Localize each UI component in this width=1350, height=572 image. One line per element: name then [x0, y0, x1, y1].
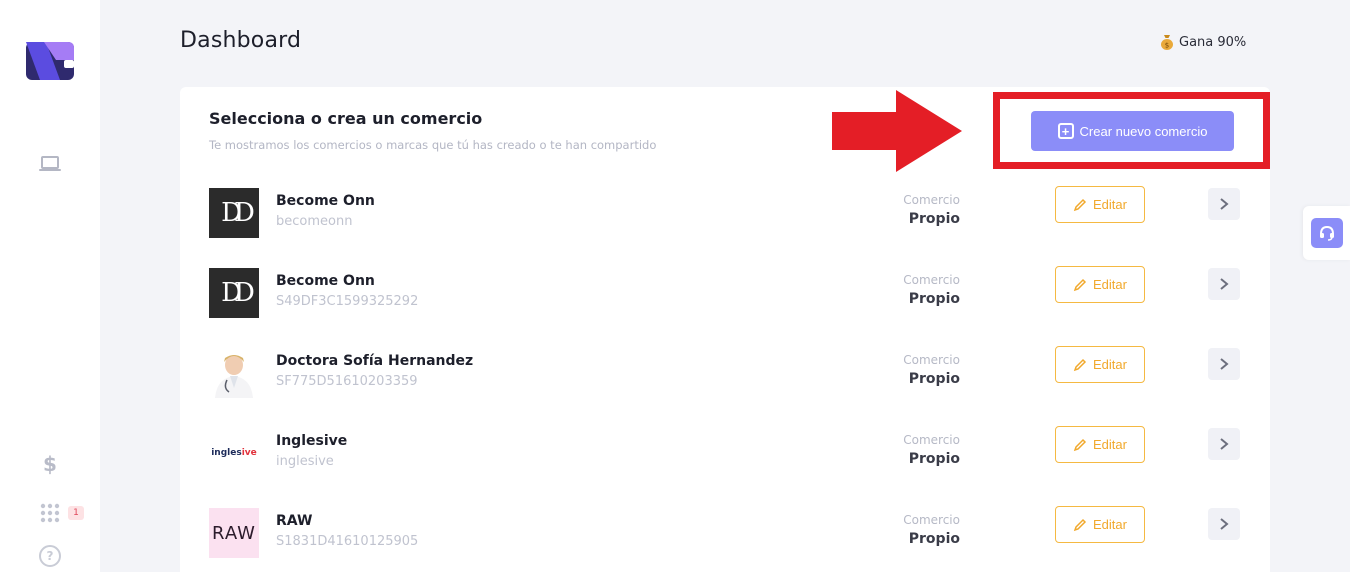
- doctor-avatar: [209, 348, 259, 398]
- notification-badge: 1: [68, 506, 84, 520]
- list-item[interactable]: DD Become Onn S49DF3C1599325292 Comercio…: [180, 259, 1270, 339]
- open-business-button[interactable]: [1208, 428, 1240, 460]
- edit-button[interactable]: Editar: [1055, 346, 1145, 383]
- business-name: Become Onn: [276, 273, 375, 289]
- type-label: Comercio: [903, 513, 960, 527]
- headset-icon: [1310, 218, 1343, 248]
- list-item[interactable]: Doctora Sofía Hernandez SF775D5161020335…: [180, 339, 1270, 419]
- pencil-icon: [1073, 518, 1087, 531]
- business-name: Doctora Sofía Hernandez: [276, 353, 474, 369]
- type-label: Comercio: [903, 433, 960, 447]
- type-label: Comercio: [903, 273, 960, 287]
- edit-label: Editar: [1093, 517, 1127, 532]
- pencil-icon: [1073, 278, 1087, 291]
- type-value: Propio: [908, 531, 960, 547]
- business-logo: DD: [209, 188, 259, 238]
- open-business-button[interactable]: [1208, 348, 1240, 380]
- plus-icon: +: [1057, 123, 1074, 139]
- type-label: Comercio: [903, 353, 960, 367]
- edit-label: Editar: [1093, 197, 1127, 212]
- business-id: SF775D51610203359: [276, 374, 418, 389]
- logo-text-accent: ive: [241, 448, 257, 458]
- edit-button[interactable]: Editar: [1055, 266, 1145, 303]
- pencil-icon: [1073, 358, 1087, 371]
- business-logo: [209, 348, 259, 398]
- card-subtitle: Te mostramos los comercios o marcas que …: [209, 138, 657, 152]
- chevron-right-icon: [1220, 278, 1229, 290]
- type-label: Comercio: [903, 193, 960, 207]
- business-id: inglesive: [276, 454, 334, 469]
- business-name: Become Onn: [276, 193, 375, 209]
- annotation-arrow: [832, 90, 962, 172]
- edit-label: Editar: [1093, 437, 1127, 452]
- chevron-right-icon: [1220, 358, 1229, 370]
- list-item[interactable]: ingles ive Inglesive inglesive Comercio P…: [180, 419, 1270, 499]
- money-bag-icon: $: [1161, 35, 1173, 50]
- business-logo: ingles ive: [209, 428, 259, 478]
- laptop-icon[interactable]: [36, 150, 64, 178]
- open-business-button[interactable]: [1208, 508, 1240, 540]
- list-item[interactable]: DD Become Onn becomeonn Comercio Propio …: [180, 179, 1270, 259]
- type-value: Propio: [908, 211, 960, 227]
- promo-label: Gana 90%: [1179, 34, 1247, 50]
- edit-label: Editar: [1093, 357, 1127, 372]
- page-title: Dashboard: [180, 28, 302, 53]
- chevron-right-icon: [1220, 438, 1229, 450]
- pencil-icon: [1073, 438, 1087, 451]
- app-logo[interactable]: [26, 42, 74, 80]
- support-widget[interactable]: [1303, 206, 1350, 260]
- type-value: Propio: [908, 451, 960, 467]
- type-value: Propio: [908, 371, 960, 387]
- dollar-icon[interactable]: $: [36, 450, 64, 478]
- business-id: becomeonn: [276, 214, 353, 229]
- svg-text:$: $: [1165, 42, 1169, 50]
- type-value: Propio: [908, 291, 960, 307]
- pencil-icon: [1073, 198, 1087, 211]
- edit-label: Editar: [1093, 277, 1127, 292]
- logo-text: ingles: [211, 448, 242, 458]
- edit-button[interactable]: Editar: [1055, 186, 1145, 223]
- business-id: S1831D41610125905: [276, 534, 419, 549]
- card-title: Selecciona o crea un comercio: [209, 109, 483, 128]
- business-id: S49DF3C1599325292: [276, 294, 419, 309]
- apps-grid-icon[interactable]: [36, 499, 64, 527]
- business-name: Inglesive: [276, 433, 348, 449]
- business-name: RAW: [276, 513, 313, 529]
- list-item[interactable]: RAW RAW S1831D41610125905 Comercio Propi…: [180, 499, 1270, 572]
- create-business-button[interactable]: + Crear nuevo comercio: [1031, 111, 1234, 151]
- create-business-label: Crear nuevo comercio: [1079, 123, 1208, 139]
- edit-button[interactable]: Editar: [1055, 506, 1145, 543]
- business-logo: DD: [209, 268, 259, 318]
- chevron-right-icon: [1220, 518, 1229, 530]
- open-business-button[interactable]: [1208, 268, 1240, 300]
- help-icon[interactable]: ?: [39, 545, 61, 567]
- open-business-button[interactable]: [1208, 188, 1240, 220]
- logo-text: RAW: [212, 522, 256, 544]
- promo-link[interactable]: $ Gana 90%: [1160, 34, 1246, 50]
- business-logo: RAW: [209, 508, 259, 558]
- chevron-right-icon: [1220, 198, 1229, 210]
- edit-button[interactable]: Editar: [1055, 426, 1145, 463]
- sidebar: $ 1 ?: [0, 0, 100, 572]
